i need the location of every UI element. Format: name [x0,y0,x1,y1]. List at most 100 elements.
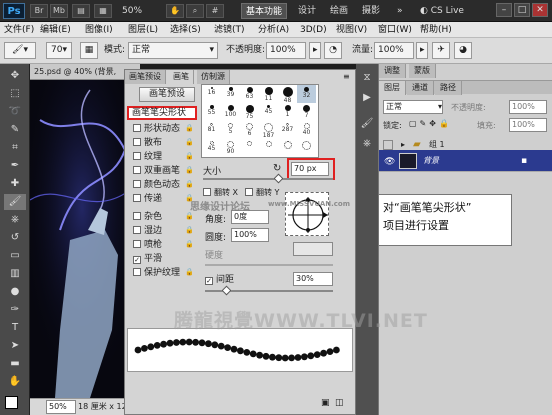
minibridge-icon[interactable]: Mb [50,4,68,18]
move-tool-icon[interactable]: ✥ [4,68,26,84]
actions-panel-icon[interactable]: ▶ [359,90,375,106]
eye-icon[interactable]: 👁 [384,153,395,171]
pen-tool-icon[interactable]: ✑ [4,302,26,318]
brush-tip-cell[interactable]: 287 [278,121,297,139]
size-field[interactable]: 70 px [291,162,329,176]
reset-size-icon[interactable]: ↻ [273,163,281,174]
brush-tool-icon[interactable]: 🖌 [4,194,26,210]
minimize-button[interactable]: – [496,3,512,17]
brush-tip-cell[interactable]: 55 [202,103,221,121]
workspace-design[interactable]: 设计 [294,3,320,19]
mode-select[interactable]: 正常 ▾ [128,42,218,59]
blend-mode-select[interactable]: 正常 ▾ [383,100,443,114]
brush-tip-cell[interactable]: 187 [259,121,278,139]
crop-tool-icon[interactable]: ⌗ [4,140,26,156]
option-checkbox[interactable] [133,166,141,174]
history-brush-tool-icon[interactable]: ↺ [4,230,26,246]
brush-tip-cell[interactable]: 5 [221,121,240,139]
brush-tip-grid[interactable]: 16 39 63 11 48 32 55 100 75 45 1 7 81 5 6 187 287 40 45 90 [201,84,319,158]
brush-tip-cell[interactable]: 75 [240,103,259,121]
size-slider-track[interactable] [203,178,333,180]
option-checkbox[interactable] [133,240,141,248]
brush-tip-cell[interactable]: 100 [221,103,240,121]
brush-panel-icon[interactable]: 🖌 [359,116,375,132]
brush-tip-cell[interactable]: 90 [221,139,240,157]
lock-icon[interactable]: 🔒 [185,138,194,147]
menu-edit[interactable]: 编辑(E) [40,22,71,38]
tab-adjustments[interactable]: 调整 [379,64,406,78]
lock-icon[interactable]: 🔒 [185,152,194,161]
menu-filter[interactable]: 滤镜(T) [214,22,245,38]
brush-tip-cell[interactable]: 1 [278,103,297,121]
option-checkbox[interactable] [133,124,141,132]
option-checkbox[interactable]: ✓ [133,256,141,264]
tool-preset-picker[interactable]: 🖌▾ [4,42,36,59]
tab-clone-source[interactable]: 仿制源 [197,70,230,84]
path-select-tool-icon[interactable]: ➤ [4,338,26,354]
menu-select[interactable]: 选择(S) [170,22,201,38]
brush-tip-cell[interactable]: 81 [202,121,221,139]
option-checkbox[interactable] [133,180,141,188]
brush-presets-button[interactable]: 画笔预设 [139,87,195,102]
option-checkbox[interactable] [133,226,141,234]
flip-y-checkbox[interactable]: 翻转 Y [245,187,279,198]
grid-icon[interactable]: # [206,4,224,18]
airbrush-icon[interactable]: ✈ [432,42,450,59]
brush-tip-cell[interactable]: 45 [259,103,278,121]
lock-icon[interactable]: 🔒 [185,180,194,189]
opacity-dropdown-icon[interactable]: ▸ [309,42,321,59]
lock-icon[interactable]: 🔒 [185,226,194,235]
tab-brush-presets[interactable]: 画笔预设 [125,70,166,84]
option-checkbox[interactable] [133,138,141,146]
document-canvas[interactable] [30,80,134,398]
tab-layers[interactable]: 图层 [379,81,406,95]
brush-tip-cell[interactable] [240,139,259,157]
layer-row-background[interactable]: 👁 背景 ▪ [379,150,552,172]
stamp-tool-icon[interactable]: ⎈ [4,212,26,228]
workspace-essentials[interactable]: 基本功能 [241,3,288,19]
brush-tip-cell[interactable]: 39 [221,85,240,103]
visibility-toggle[interactable] [383,140,393,150]
spacing-checkbox[interactable]: ✓ 间距 [205,272,234,285]
menu-image[interactable]: 图像(I) [85,22,113,38]
tab-channels[interactable]: 通道 [407,81,434,95]
brush-panel-toggle-icon[interactable]: ▦ [80,42,98,59]
option-checkbox[interactable] [133,212,141,220]
pressure-size-icon[interactable]: ◕ [454,42,472,59]
spacing-field[interactable]: 30% [293,272,333,286]
history-panel-icon[interactable]: ⧖ [359,70,375,86]
menu-analysis[interactable]: 分析(A) [258,22,289,38]
zoom-icon[interactable]: ⌕ [186,4,204,18]
brush-tip-cell[interactable]: 7 [297,103,316,121]
eraser-tool-icon[interactable]: ▭ [4,248,26,264]
option-checkbox[interactable] [133,194,141,202]
dodge-tool-icon[interactable]: ● [4,284,26,300]
brush-tip-cell[interactable]: 32 [297,85,316,103]
menu-file[interactable]: 文件(F) [4,22,34,38]
lock-icon[interactable]: 🔒 [185,212,194,221]
flip-x-checkbox[interactable]: 翻转 X [203,187,238,198]
flow-field[interactable]: 100% [374,42,414,59]
healing-tool-icon[interactable]: ✚ [4,176,26,192]
brush-tip-cell[interactable]: 6 [240,121,259,139]
brush-angle-compass[interactable] [285,192,329,236]
brush-tip-cell[interactable]: 48 [278,85,297,104]
bridge-icon[interactable]: Br [30,4,48,18]
panel-menu-icon[interactable]: ≡ [343,72,350,81]
spacing-slider-thumb[interactable] [221,285,232,296]
tab-brush[interactable]: 画笔 [169,70,194,84]
brush-tip-cell[interactable] [259,139,278,157]
lock-icon[interactable]: 🔒 [185,268,194,277]
brush-tip-cell[interactable] [278,139,297,157]
lock-icons[interactable]: ▢✎✥🔒 [409,119,452,128]
close-button[interactable]: ✕ [532,3,548,17]
brush-picker[interactable]: 70▾ [46,42,72,59]
size-slider-thumb[interactable] [273,173,284,184]
hand-icon[interactable]: ✋ [166,4,184,18]
brush-option-10[interactable]: ✓ 平滑 [133,252,197,266]
brush-tip-cell[interactable]: 63 [240,85,259,103]
status-zoom[interactable]: 50% [46,400,76,414]
workspace-more[interactable]: » [393,3,407,19]
hand-tool-icon[interactable]: ✋ [4,374,26,390]
zoom-level[interactable]: 50% [122,4,160,18]
